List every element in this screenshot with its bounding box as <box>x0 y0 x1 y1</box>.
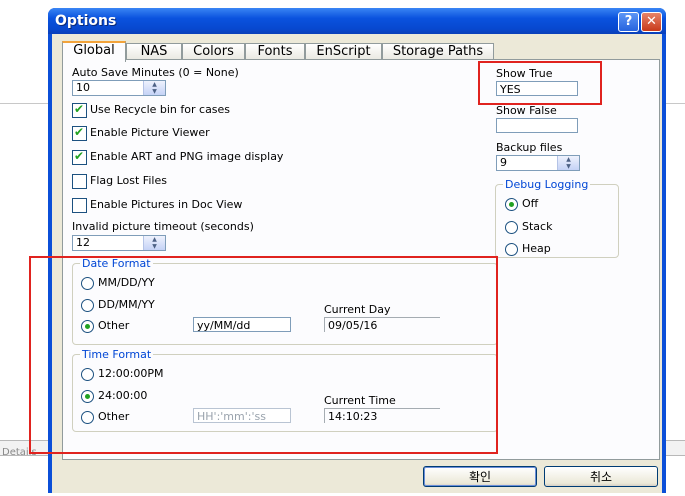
debug-off-label: Off <box>522 197 539 210</box>
ok-button[interactable]: 확인 <box>423 466 537 487</box>
show-false-label: Show False <box>496 104 557 117</box>
debug-heap-radio[interactable] <box>505 243 518 256</box>
spin-down-icon[interactable]: ▼ <box>144 243 165 250</box>
title-bar[interactable]: Options ? ✕ <box>48 8 666 34</box>
spin-up-icon[interactable]: ▲ <box>144 81 165 88</box>
tab-colors[interactable]: Colors <box>182 43 245 60</box>
enable-pictures-doc-view-checkbox[interactable] <box>72 198 87 213</box>
debug-heap-label: Heap <box>522 242 551 255</box>
show-true-highlight-box <box>478 61 602 105</box>
use-recycle-bin-label: Use Recycle bin for cases <box>90 103 231 116</box>
auto-save-value: 10 <box>76 81 90 94</box>
spin-up-icon[interactable]: ▲ <box>144 236 165 243</box>
background-divider <box>665 103 685 104</box>
tab-storage-paths[interactable]: Storage Paths <box>382 43 494 60</box>
background-divider <box>0 103 48 104</box>
debug-logging-legend: Debug Logging <box>503 178 591 191</box>
dialog-title: Options <box>55 13 117 29</box>
flag-lost-files-label: Flag Lost Files <box>90 174 167 187</box>
tab-fonts[interactable]: Fonts <box>245 43 305 60</box>
enable-art-png-label: Enable ART and PNG image display <box>90 150 284 163</box>
enable-picture-viewer-label: Enable Picture Viewer <box>90 126 210 139</box>
spin-down-icon[interactable]: ▼ <box>558 163 579 170</box>
backup-files-label: Backup files <box>496 141 563 154</box>
auto-save-label: Auto Save Minutes (0 = None) <box>72 66 239 79</box>
help-button[interactable]: ? <box>618 12 639 32</box>
debug-stack-label: Stack <box>522 220 553 233</box>
invalid-timeout-value: 12 <box>76 236 90 249</box>
backup-files-value: 9 <box>500 156 507 169</box>
show-false-field[interactable] <box>496 118 578 133</box>
use-recycle-bin-checkbox[interactable] <box>72 102 87 118</box>
invalid-timeout-spin-buttons[interactable]: ▲ ▼ <box>143 236 165 250</box>
invalid-timeout-stepper[interactable]: 12 ▲ ▼ <box>72 235 166 251</box>
enable-art-png-checkbox[interactable] <box>72 149 87 165</box>
enable-picture-viewer-checkbox[interactable] <box>72 125 87 141</box>
debug-stack-radio[interactable] <box>505 221 518 234</box>
tab-global[interactable]: Global <box>62 41 126 62</box>
spin-down-icon[interactable]: ▼ <box>144 88 165 95</box>
debug-off-radio[interactable] <box>505 198 518 211</box>
flag-lost-files-checkbox[interactable] <box>72 174 87 189</box>
tab-nas[interactable]: NAS <box>126 43 182 60</box>
auto-save-stepper[interactable]: 10 ▲ ▼ <box>72 80 166 96</box>
backup-files-spin-buttons[interactable]: ▲ ▼ <box>557 156 579 170</box>
date-time-highlight-box <box>29 256 498 454</box>
cancel-button[interactable]: 취소 <box>544 466 658 487</box>
tab-enscript[interactable]: EnScript <box>305 43 382 60</box>
debug-logging-group: Debug Logging Off Stack Heap <box>495 178 619 258</box>
invalid-timeout-label: Invalid picture timeout (seconds) <box>72 220 254 233</box>
close-button[interactable]: ✕ <box>641 12 662 32</box>
enable-pictures-doc-view-label: Enable Pictures in Doc View <box>90 198 243 211</box>
spin-up-icon[interactable]: ▲ <box>558 156 579 163</box>
auto-save-spin-buttons[interactable]: ▲ ▼ <box>143 81 165 95</box>
backup-files-stepper[interactable]: 9 ▲ ▼ <box>496 155 580 171</box>
